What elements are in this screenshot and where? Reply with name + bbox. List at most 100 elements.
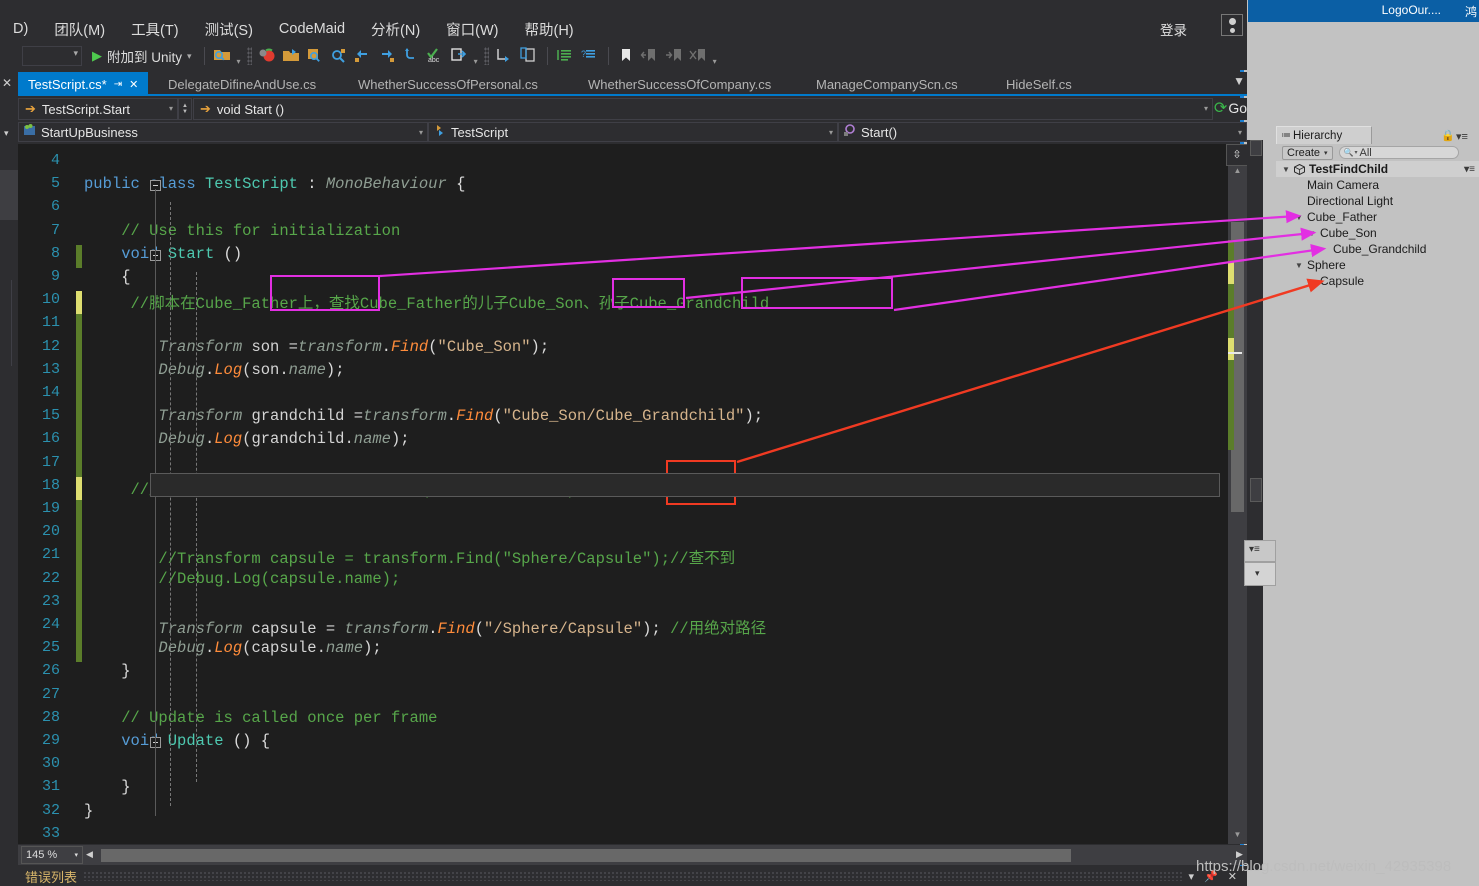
horizontal-scrollbar-thumb[interactable] — [101, 849, 1071, 862]
find-dropdown-caret[interactable]: ▾ — [237, 57, 241, 66]
code-line-7[interactable]: // Use this for initialization — [84, 222, 400, 240]
unity-panel-options-tab[interactable]: ▾≡ — [1244, 540, 1276, 562]
spellcheck-icon[interactable]: abc — [425, 46, 447, 66]
hierarchy-search-input[interactable]: 🔍 ▾ All — [1338, 146, 1459, 159]
tab-overflow-icon[interactable]: ▼ — [1233, 74, 1245, 88]
expand-triangle-icon[interactable]: ▼ — [1295, 261, 1305, 270]
code-line-12[interactable]: Transform son =transform.Find("Cube_Son"… — [84, 338, 549, 356]
attach-to-unity-button[interactable]: 附加到 Unity — [107, 46, 182, 66]
hierarchy-item-main-camera[interactable]: Main Camera — [1276, 177, 1479, 193]
code-line-13[interactable]: Debug.Log(son.name); — [84, 361, 344, 379]
hscroll-left-arrow-icon[interactable]: ◀ — [86, 849, 93, 860]
quick-find-icon[interactable] — [329, 46, 351, 66]
hierarchy-item-cube-son[interactable]: ▼ Cube_Son — [1276, 225, 1479, 241]
hierarchy-item-testfindchild[interactable]: ▼ TestFindChild ▾≡ — [1276, 161, 1479, 177]
hierarchy-item-cube-grandchild[interactable]: Cube_Grandchild — [1276, 241, 1479, 257]
hierarchy-item-directional-light[interactable]: Directional Light — [1276, 193, 1479, 209]
unity-panel-dropdown-tab[interactable]: ▾ — [1244, 562, 1276, 586]
expand-triangle-icon[interactable]: ▼ — [1282, 165, 1292, 174]
right-dock-tool-box[interactable] — [1250, 140, 1262, 156]
scope-caret-icon[interactable]: ▾ — [169, 104, 173, 113]
next-bookmark-icon[interactable] — [664, 46, 686, 66]
expand-triangle-icon[interactable]: ▼ — [1295, 213, 1305, 222]
scroll-down-arrow-icon[interactable]: ▼ — [1228, 830, 1247, 844]
indent-structure-icon[interactable] — [494, 46, 516, 66]
code-line-24[interactable]: Transform capsule = transform.Find("/Sph… — [84, 616, 766, 638]
codemaid-tomato-icon[interactable] — [257, 46, 279, 66]
bookmark-dropdown-caret[interactable]: ▾ — [713, 57, 717, 66]
nav-dropdown-caret[interactable]: ▾ — [474, 57, 478, 66]
code-line-15[interactable]: Transform grandchild =transform.Find("Cu… — [84, 407, 763, 425]
undo-navigation-icon[interactable] — [401, 46, 423, 66]
code-line-9[interactable]: { — [84, 268, 130, 286]
breadcrumb-member-dropdown[interactable]: ➔ void Start () ▾ — [193, 98, 1213, 120]
left-dock-close-icon[interactable]: ✕ — [2, 76, 12, 90]
document-tab-4[interactable]: ManageCompanyScn.cs — [806, 72, 968, 96]
left-dock-tool-tab-2[interactable] — [0, 280, 12, 366]
expand-triangle-icon[interactable]: ▼ — [1308, 229, 1318, 238]
member-caret-icon-2[interactable]: ▾ — [1238, 128, 1242, 137]
search-filter-caret-icon[interactable]: ▾ — [1355, 149, 1358, 156]
navigate-forward-icon[interactable] — [377, 46, 399, 66]
code-line-32[interactable]: } — [84, 802, 93, 820]
error-list-dropdown-icon[interactable]: ▾ — [1189, 870, 1195, 883]
account-avatar[interactable] — [1221, 14, 1243, 36]
login-button[interactable]: 登录 — [1160, 19, 1187, 39]
code-line-25[interactable]: Debug.Log(capsule.name); — [84, 639, 381, 657]
go-to-definition-icon[interactable] — [449, 46, 471, 66]
hierarchy-tab[interactable]: ≔ Hierarchy — [1276, 126, 1372, 144]
document-tab-0[interactable]: TestScript.cs* ⇥ ✕ — [18, 72, 149, 96]
attach-dropdown-caret[interactable]: ▾ — [187, 51, 192, 62]
document-tab-1[interactable]: DelegateDifineAndUse.cs — [158, 72, 326, 96]
bookmark-icon[interactable] — [616, 46, 638, 66]
left-dock-dropdown-icon[interactable]: ▾ — [4, 128, 9, 139]
member-caret-icon[interactable]: ▾ — [1204, 104, 1208, 113]
hierarchy-options-icon[interactable]: ▾≡ — [1456, 130, 1468, 143]
menu-item-6[interactable]: 窗口(W) — [433, 17, 511, 42]
menu-item-2[interactable]: 工具(T) — [118, 17, 192, 42]
document-tab-5[interactable]: HideSelf.cs — [996, 72, 1082, 96]
code-line-5[interactable]: public class TestScript : MonoBehaviour … — [84, 175, 465, 193]
toolbar-grip[interactable] — [246, 47, 252, 65]
previous-bookmark-icon[interactable] — [640, 46, 662, 66]
pin-tab-icon[interactable]: ⇥ — [114, 79, 122, 90]
hierarchy-item-cube-father[interactable]: ▼ Cube_Father — [1276, 209, 1479, 225]
class-caret-icon[interactable]: ▾ — [829, 128, 833, 137]
project-caret-icon[interactable]: ▾ — [419, 128, 423, 137]
find-symbol-icon[interactable] — [305, 46, 327, 66]
code-line-28[interactable]: // Update is called once per frame — [84, 709, 437, 727]
code-line-29[interactable]: void Update () { — [84, 732, 270, 750]
open-file-icon[interactable] — [281, 46, 303, 66]
member-dropdown[interactable]: Start() ▾ — [838, 122, 1247, 142]
menu-item-0[interactable]: D) — [0, 19, 41, 39]
menu-item-3[interactable]: 测试(S) — [192, 17, 266, 42]
code-line-8[interactable]: void Start () — [84, 245, 242, 263]
code-line-26[interactable]: } — [84, 662, 130, 680]
menu-item-5[interactable]: 分析(N) — [358, 17, 433, 42]
create-button[interactable]: Create ▾ — [1282, 145, 1333, 160]
hierarchy-item-capsule[interactable]: Capsule — [1276, 273, 1479, 289]
project-dropdown[interactable]: StartUpBusiness ▾ — [18, 122, 428, 142]
class-dropdown[interactable]: TestScript ▾ — [428, 122, 838, 142]
toolbar-grip-2[interactable] — [483, 47, 489, 65]
uncomment-lines-icon[interactable]: ? — [579, 46, 601, 66]
go-button[interactable]: ⟳ Go — [1214, 98, 1247, 118]
breadcrumb-spinner[interactable]: ▲ ▼ — [178, 98, 192, 120]
config-combo[interactable] — [22, 46, 82, 66]
comment-lines-icon[interactable] — [555, 46, 577, 66]
hierarchy-scene-menu-icon[interactable]: ▾≡ — [1464, 164, 1475, 175]
menu-item-4[interactable]: CodeMaid — [266, 19, 358, 39]
scroll-up-arrow-icon[interactable]: ▲ — [1228, 166, 1247, 180]
editor-split-handle[interactable]: ⇳ — [1226, 144, 1248, 166]
compare-files-icon[interactable] — [518, 46, 540, 66]
right-dock-tool-box-2[interactable] — [1250, 478, 1262, 502]
close-tab-icon[interactable]: ✕ — [129, 78, 138, 91]
play-icon[interactable]: ▶ — [92, 48, 102, 64]
document-tab-3[interactable]: WhetherSuccessOfCompany.cs — [578, 72, 781, 96]
code-line-22[interactable]: //Debug.Log(capsule.name); — [84, 570, 400, 588]
error-list-bar[interactable]: 错误列表 ▾ 📌 ✕ — [0, 866, 1247, 886]
breadcrumb-scope-dropdown[interactable]: ➔ TestScript.Start ▾ — [18, 98, 178, 120]
menu-item-1[interactable]: 团队(M) — [41, 17, 118, 42]
navigate-backward-icon[interactable] — [353, 46, 375, 66]
lock-icon[interactable]: 🔒 — [1441, 129, 1455, 142]
